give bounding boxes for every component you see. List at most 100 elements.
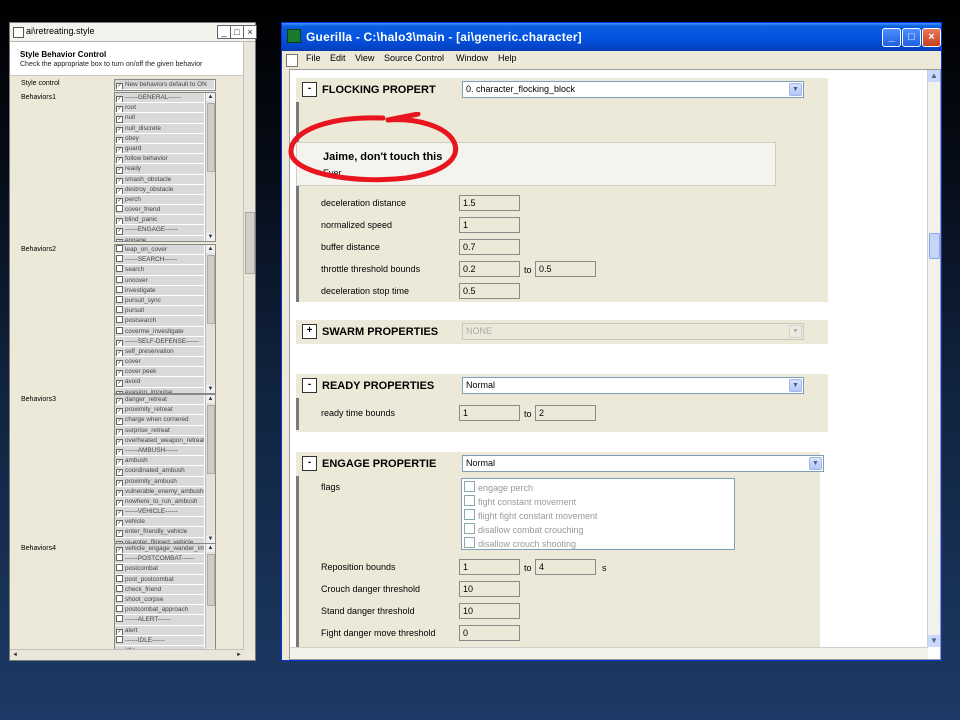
checkbox-icon[interactable]: ✓ — [116, 448, 123, 456]
list-scrollbar[interactable]: ▲▼ — [205, 544, 215, 656]
stand-danger-threshold-field[interactable]: 10 — [459, 603, 520, 619]
throttle-max-field[interactable]: 0.5 — [535, 261, 596, 277]
list-item[interactable]: ------IDLE------ — [115, 635, 204, 646]
scroll-down-icon[interactable]: ▼ — [206, 385, 215, 393]
list-item[interactable]: ✓ ------SELF-DEFENSE------ — [115, 336, 204, 347]
behavior-checklist[interactable]: ✓ ------GENERAL------ ✓ root ✓ null ✓ null_disc… — [114, 92, 216, 242]
checkbox-icon[interactable] — [116, 584, 123, 592]
menu-edit[interactable]: Edit — [330, 53, 346, 63]
checkbox-icon[interactable] — [116, 564, 123, 572]
list-item[interactable]: ✓ vehicle — [115, 517, 204, 528]
list-item[interactable]: search — [115, 265, 204, 276]
menu-file[interactable]: File — [306, 53, 321, 63]
checkbox-icon[interactable] — [464, 509, 475, 520]
editor-horizontal-scrollbar[interactable] — [290, 647, 928, 659]
checkbox-icon[interactable] — [464, 523, 475, 534]
list-item[interactable]: ------ALERT------ — [115, 615, 204, 626]
checkbox-icon[interactable] — [116, 316, 123, 324]
checkbox-icon[interactable]: ✓ — [116, 428, 123, 435]
checkbox-icon[interactable] — [116, 275, 123, 283]
list-item[interactable]: check_friend — [115, 584, 204, 595]
scroll-down-icon[interactable]: ▼ — [206, 535, 215, 543]
list-item[interactable]: postcombat — [115, 564, 204, 575]
checkbox-icon[interactable] — [116, 255, 123, 263]
list-item[interactable]: ✓ nowhere_to_run_ambush — [115, 496, 204, 508]
list-item[interactable]: ✓ overheated_weapon_retreat — [115, 435, 204, 446]
list-item[interactable]: uncover — [115, 275, 204, 286]
deceleration-stop-time-field[interactable]: 0.5 — [459, 283, 520, 299]
buffer-distance-field[interactable]: 0.7 — [459, 239, 520, 255]
checkbox-icon[interactable] — [116, 245, 123, 252]
chevron-down-icon[interactable]: ▼ — [809, 457, 822, 470]
list-item[interactable]: ✓ follow behavior — [115, 154, 204, 165]
checkbox-icon[interactable]: ✓ — [116, 489, 123, 496]
checkbox-icon[interactable]: ✓ — [116, 547, 123, 554]
list-item[interactable]: ✓ ------AMBUSH------ — [115, 445, 204, 457]
behavior-checklist[interactable]: leap_on_cover ------SEARCH------ search unc… — [114, 244, 216, 394]
list-item[interactable]: ✓ danger_retreat — [115, 395, 204, 406]
list-item[interactable]: coverme_investigate — [115, 326, 204, 337]
list-item[interactable]: ✓ root — [115, 103, 204, 114]
style-horizontal-scrollbar[interactable]: ◄ ► — [10, 649, 244, 660]
scroll-right-icon[interactable]: ► — [234, 650, 244, 660]
list-item[interactable]: ✓ ------VEHICLE------ — [115, 507, 204, 518]
checkbox-icon[interactable]: ✓ — [116, 418, 123, 425]
engage-dropdown[interactable]: Normal ▼ — [462, 455, 824, 472]
list-item[interactable]: shoot_corpse — [115, 594, 204, 606]
collapse-toggle[interactable]: - — [302, 82, 317, 97]
scroll-thumb[interactable] — [929, 233, 940, 259]
scroll-up-icon[interactable]: ▲ — [206, 544, 215, 552]
checkbox-icon[interactable]: ✓ — [116, 136, 123, 143]
checkbox-icon[interactable]: ✓ — [116, 238, 123, 241]
checkbox-icon[interactable]: ✓ — [116, 177, 123, 184]
list-item[interactable]: ✓ charge when cornered — [115, 415, 204, 426]
menu-view[interactable]: View — [355, 53, 374, 63]
menu-window[interactable]: Window — [456, 53, 488, 63]
checkbox-icon[interactable]: ✓ — [116, 106, 123, 113]
list-item[interactable]: ✓ New behaviors default to ON — [115, 80, 214, 90]
list-item[interactable]: ✓ enter_friendly_vehicle — [115, 527, 204, 538]
list-item[interactable]: ✓ avoid — [115, 377, 204, 388]
checkbox-icon[interactable] — [116, 265, 123, 273]
minimize-button[interactable]: _ — [882, 28, 901, 47]
checkbox-icon[interactable]: ✓ — [116, 349, 123, 357]
checkbox-icon[interactable]: ✓ — [116, 469, 123, 476]
close-button[interactable]: × — [243, 25, 257, 39]
list-item[interactable]: leap_on_cover — [115, 245, 204, 256]
flag-engage-perch[interactable]: engage perch — [464, 481, 533, 493]
flag-disallow-crouch-shooting[interactable]: disallow crouch shooting — [464, 537, 576, 549]
scroll-thumb[interactable] — [207, 103, 215, 172]
behavior-checklist[interactable]: ✓ danger_retreat ✓ proximity_retreat ✓ charge… — [114, 394, 216, 544]
deceleration-distance-field[interactable]: 1.5 — [459, 195, 520, 211]
list-item[interactable]: ✓ engage — [115, 235, 204, 241]
list-item[interactable]: ✓ surprise_retreat — [115, 425, 204, 436]
flag-disallow-combat-crouching[interactable]: disallow combat crouching — [464, 523, 584, 535]
checkbox-icon[interactable]: ✓ — [116, 83, 123, 90]
checkbox-icon[interactable] — [116, 635, 123, 643]
minimize-button[interactable]: _ — [217, 25, 231, 39]
checkbox-icon[interactable] — [116, 295, 123, 303]
list-item[interactable]: postcombat_approach — [115, 605, 204, 616]
behavior-checklist[interactable]: ✓ vehicle_engage_wander_imp ------POSTCOMB… — [114, 543, 216, 657]
checkbox-icon[interactable] — [116, 605, 123, 613]
throttle-min-field[interactable]: 0.2 — [459, 261, 520, 277]
list-item[interactable]: ✓ blind_panic — [115, 215, 204, 226]
checkbox-icon[interactable]: ✓ — [116, 370, 123, 377]
scroll-left-icon[interactable]: ◄ — [10, 650, 20, 660]
list-item[interactable]: cover_friend — [115, 205, 204, 216]
ready-dropdown[interactable]: Normal ▼ — [462, 377, 804, 394]
checkbox-icon[interactable] — [116, 205, 123, 213]
maximize-button[interactable]: □ — [230, 25, 244, 39]
reposition-min-field[interactable]: 1 — [459, 559, 520, 575]
checkbox-icon[interactable]: ✓ — [116, 438, 123, 445]
scroll-thumb[interactable] — [245, 212, 255, 274]
list-item[interactable]: ✓ ready — [115, 164, 204, 175]
checkbox-icon[interactable]: ✓ — [116, 479, 123, 486]
checkbox-icon[interactable]: ✓ — [116, 408, 123, 415]
crouch-danger-threshold-field[interactable]: 10 — [459, 581, 520, 597]
list-item[interactable]: ✓ destroy_obstacle — [115, 184, 204, 195]
checkbox-icon[interactable]: ✓ — [116, 530, 123, 537]
list-item[interactable]: ✓ proximity_retreat — [115, 405, 204, 416]
flag-flight-fight-constant-movement[interactable]: flight fight constant movement — [464, 509, 598, 521]
list-item[interactable]: ------SEARCH------ — [115, 255, 204, 266]
